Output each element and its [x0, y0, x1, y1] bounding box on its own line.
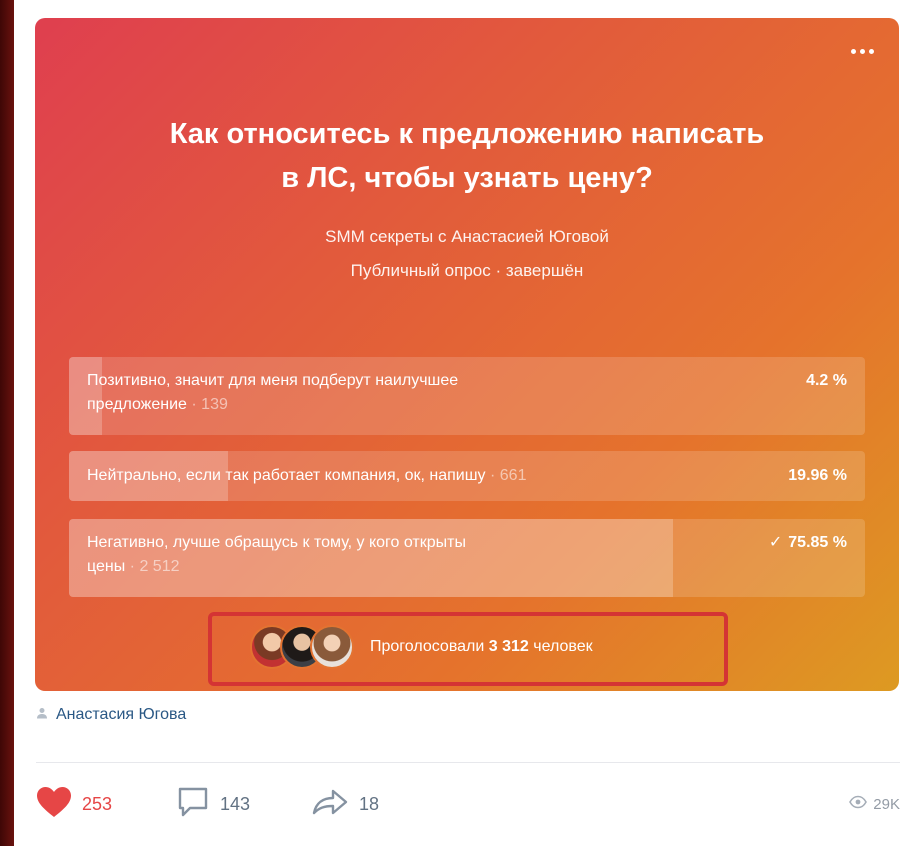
- poll-option-text: Нейтрально, если так работает компания, …: [87, 464, 727, 488]
- poll-option[interactable]: Позитивно, значит для меня подберут наил…: [69, 357, 865, 435]
- poll-option[interactable]: Нейтрально, если так работает компания, …: [69, 451, 865, 501]
- poll-option-percent: 4.2 %: [806, 372, 847, 389]
- poll-option-percent: 19.96 %: [788, 467, 847, 484]
- poll-option-percent: ✓ 75.85 %: [769, 531, 847, 555]
- check-icon: ✓: [768, 534, 783, 551]
- views-counter: 29K: [849, 784, 900, 824]
- poll-option-text: Негативно, лучше обращусь к тому, у кого…: [87, 531, 697, 579]
- voters-prefix: Проголосовали: [370, 638, 485, 655]
- voters-highlight[interactable]: Проголосовали 3 312 человек: [208, 612, 728, 686]
- post-actions: 253 143 18 29K: [36, 784, 900, 824]
- poll-option-label: Негативно, лучше обращусь к тому, у кого…: [87, 534, 466, 551]
- poll-question-line-2: в ЛС, чтобы узнать цену?: [281, 162, 653, 194]
- poll-status: Публичный опрос · завершён: [350, 261, 584, 280]
- share-icon: [311, 787, 349, 822]
- poll-card: Как относитесь к предложению написать в …: [35, 18, 899, 691]
- voters-count: 3 312: [488, 638, 529, 655]
- share-button[interactable]: 18: [311, 784, 379, 824]
- poll-question: Как относитесь к предложению написать в …: [35, 112, 899, 200]
- poll-question-line-1: Как относитесь к предложению написать: [169, 118, 765, 150]
- poll-option-count: · 661: [490, 467, 527, 484]
- like-count: 253: [82, 793, 113, 814]
- poll-option-label: Нейтрально, если так работает компания, …: [87, 467, 486, 484]
- like-button[interactable]: 253: [36, 784, 112, 824]
- avatar[interactable]: [310, 625, 354, 669]
- divider: [36, 762, 900, 763]
- voter-avatars: [250, 625, 354, 669]
- voters-summary: Проголосовали 3 312 человек: [250, 624, 593, 670]
- share-count: 18: [359, 793, 380, 814]
- person-icon: [36, 706, 48, 724]
- comment-icon: [176, 785, 210, 824]
- poll-option-label: Позитивно, значит для меня подберут наил…: [87, 372, 459, 389]
- poll-option-label-cont: цены: [87, 558, 126, 575]
- poll-option[interactable]: Негативно, лучше обращусь к тому, у кого…: [69, 519, 865, 597]
- post-author-name[interactable]: Анастасия Югова: [56, 706, 186, 724]
- post-card: Как относитесь к предложению написать в …: [14, 0, 924, 846]
- voters-text: Проголосовали 3 312 человек: [370, 635, 593, 659]
- heart-icon: [36, 786, 72, 823]
- post-author[interactable]: Анастасия Югова: [36, 706, 186, 724]
- poll-community-name[interactable]: SMM секреты с Анастасией Юговой: [35, 225, 899, 249]
- poll-option-count: · 139: [191, 396, 228, 413]
- poll-option-count: · 2 512: [129, 558, 180, 575]
- poll-option-percent-value: 75.85 %: [788, 534, 847, 551]
- poll-option-label-cont: предложение: [87, 396, 187, 413]
- voters-suffix: человек: [533, 638, 593, 655]
- comment-count: 143: [220, 793, 251, 814]
- views-count: 29K: [873, 795, 900, 813]
- poll-option-text: Позитивно, значит для меня подберут наил…: [87, 369, 697, 417]
- comment-button[interactable]: 143: [176, 784, 250, 824]
- eye-icon: [849, 795, 868, 813]
- more-icon[interactable]: [847, 42, 877, 60]
- background-frame: [0, 0, 14, 846]
